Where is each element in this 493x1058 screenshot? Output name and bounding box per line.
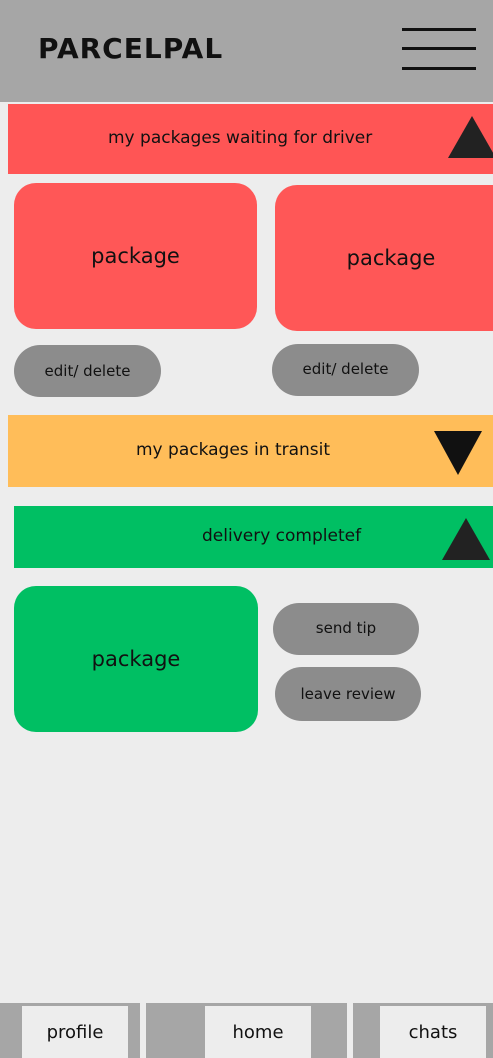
nav-divider [347,1003,353,1058]
edit-delete-button[interactable]: edit/ delete [14,345,161,397]
expand-triangle-icon[interactable] [434,431,482,475]
section-header-waiting[interactable]: my packages waiting for driver [8,104,493,174]
section-header-transit[interactable]: my packages in transit [8,415,493,487]
nav-chats-button[interactable]: chats [380,1006,486,1058]
edit-delete-button[interactable]: edit/ delete [272,344,419,396]
leave-review-button[interactable]: leave review [275,667,421,721]
package-label: package [91,244,180,268]
collapse-triangle-icon[interactable] [442,518,490,560]
collapse-triangle-icon[interactable] [448,116,493,158]
package-card[interactable]: package [275,185,493,331]
nav-home-button[interactable]: home [205,1006,311,1058]
section-header-completed[interactable]: delivery completef [14,506,493,568]
section-title-completed: delivery completef [202,526,362,546]
package-card[interactable]: package [14,586,258,732]
package-label: package [91,647,181,671]
hamburger-menu-icon[interactable] [402,25,476,73]
package-label: package [346,246,436,270]
section-title-transit: my packages in transit [136,440,331,460]
app-title: PARCELPAL [38,32,224,65]
package-card[interactable]: package [14,183,257,329]
nav-divider [140,1003,146,1058]
nav-profile-button[interactable]: profile [22,1006,128,1058]
section-title-waiting: my packages waiting for driver [108,128,373,148]
send-tip-button[interactable]: send tip [273,603,419,655]
